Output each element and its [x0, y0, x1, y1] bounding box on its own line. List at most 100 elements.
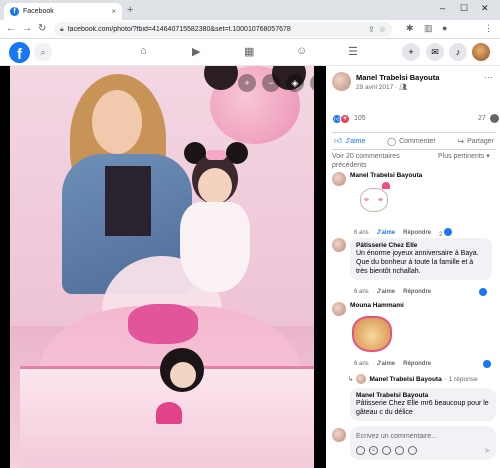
post-date[interactable]: 29 avril 2017 · 👥︎: [356, 83, 407, 91]
commenter-avatar[interactable]: [332, 302, 346, 316]
bell-icon[interactable]: ♪: [449, 43, 467, 61]
like-button[interactable]: 👍︎ J'aime: [334, 136, 365, 146]
omnibox[interactable]: 🔒︎ facebook.com/photo/?fbid=414640715582…: [54, 22, 392, 37]
author-avatar[interactable]: [332, 72, 351, 91]
comment-reply-link[interactable]: Répondre: [403, 361, 431, 367]
woman-face: [92, 90, 142, 154]
forward-icon[interactable]: →: [22, 23, 32, 34]
gif-icon[interactable]: [395, 446, 404, 455]
comment-input-box[interactable]: ☺ ➤: [350, 426, 496, 460]
sticker-icon[interactable]: [408, 446, 417, 455]
comment-composer: ☺ ➤: [332, 426, 496, 462]
home-icon[interactable]: ⌂: [140, 45, 147, 57]
comment-item: Pâtisserie Chez Elle Un énorme joyeux an…: [332, 238, 496, 298]
comment-reply-link[interactable]: Répondre: [403, 289, 431, 295]
sidebar-icon[interactable]: ▥: [424, 23, 433, 34]
extensions-icon[interactable]: ✱: [406, 23, 414, 34]
love-reaction-icon: ♥: [340, 114, 350, 124]
comment-count[interactable]: 27: [478, 115, 486, 122]
reaction-summary[interactable]: 👍︎ ♥ 105 27: [332, 114, 499, 126]
post-details-panel: Manel Trabelsi Bayouta 29 avril 2017 · 👥…: [326, 66, 500, 468]
share-button[interactable]: ↪ Partager: [457, 137, 494, 146]
marketplace-icon[interactable]: ▦: [244, 45, 254, 58]
tab-close-icon[interactable]: ×: [111, 7, 116, 16]
zoom-out-icon[interactable]: −: [262, 74, 280, 92]
address-bar-row: ← → ↻ 🔒︎ facebook.com/photo/?fbid=414640…: [0, 20, 500, 39]
comment-sort-dropdown[interactable]: Plus pertinents ▾: [438, 152, 496, 161]
groups-icon[interactable]: ☺: [296, 45, 307, 57]
commenter-name[interactable]: Manel Trabelsi Bayouta: [356, 392, 490, 399]
comment-bubble: Manel Trabelsi Bayouta Pâtisserie Chez E…: [350, 388, 496, 421]
child-in-minnie-ears: [180, 142, 250, 294]
avatar-sticker-icon[interactable]: [356, 446, 365, 455]
view-previous-comments-link[interactable]: Voir 20 commentaires précédents: [332, 152, 430, 170]
tab-title: Facebook: [23, 8, 54, 15]
comment-reply-link[interactable]: Répondre: [403, 230, 431, 236]
send-icon[interactable]: ➤: [484, 446, 491, 455]
commenter-avatar-spacer: [332, 388, 346, 402]
share-page-icon[interactable]: ⇪: [368, 25, 375, 34]
commenter-name[interactable]: Mouna Hammami: [350, 302, 404, 309]
emoji-sticker[interactable]: [352, 316, 392, 352]
menu-icon[interactable]: ☰: [348, 45, 358, 58]
facebook-logo[interactable]: f: [9, 42, 30, 63]
reaction-count[interactable]: 105: [354, 115, 366, 122]
commenter-avatar[interactable]: [332, 238, 346, 252]
post-photo[interactable]: + − ◈ ⤢: [10, 66, 314, 468]
comment-age[interactable]: 6 ans: [354, 289, 369, 295]
minimize-button[interactable]: –: [440, 3, 445, 13]
back-icon[interactable]: ←: [6, 23, 16, 34]
fullscreen-icon[interactable]: ⤢: [310, 74, 314, 92]
close-window-button[interactable]: ✕: [481, 3, 489, 14]
reply-thread-link[interactable]: ↳ Manel Trabelsi Bayouta · 1 réponse: [348, 374, 478, 384]
comment-text: Pâtisserie Chez Elle mr6 beaucoup pour l…: [356, 400, 489, 416]
comment-icon: ◯: [387, 136, 397, 146]
plus-icon[interactable]: +: [402, 43, 420, 61]
cake-heart: [156, 402, 182, 424]
user-avatar[interactable]: [472, 43, 490, 61]
watch-icon[interactable]: ▶: [192, 45, 200, 58]
zoom-in-icon[interactable]: +: [238, 74, 256, 92]
comment-age[interactable]: 6 ans: [354, 230, 369, 236]
commenter-avatar[interactable]: [332, 172, 346, 186]
like-badge-icon[interactable]: [483, 360, 492, 368]
comment-like-link[interactable]: J'aime: [377, 230, 395, 236]
reply-arrow-icon: ↳: [348, 376, 354, 383]
comment-bubble: Pâtisserie Chez Elle Un énorme joyeux an…: [350, 238, 492, 280]
more-options-icon[interactable]: ···: [484, 72, 493, 82]
camera-icon[interactable]: [382, 446, 391, 455]
search-icon[interactable]: ⌕: [34, 43, 52, 61]
comment-controls: Voir 20 commentaires précédents Plus per…: [332, 152, 496, 172]
commenter-name[interactable]: Pâtisserie Chez Elle: [356, 242, 486, 249]
comment-like-link[interactable]: J'aime: [377, 289, 395, 295]
comment-meta: 6 ans J'aime Répondre: [354, 360, 492, 368]
comment-like-link[interactable]: J'aime: [377, 361, 395, 367]
browser-tab[interactable]: f Facebook ×: [4, 3, 122, 20]
commenter-name[interactable]: Manel Trabelsi Bayouta: [350, 172, 422, 179]
new-tab-button[interactable]: +: [127, 4, 133, 16]
audience-friends-icon: 👥︎: [399, 84, 408, 91]
comment-input[interactable]: [356, 430, 490, 442]
reload-icon[interactable]: ↻: [38, 23, 46, 34]
comment-count-icon: [490, 114, 499, 123]
comment-item: Manel Trabelsi Bayouta Pâtisserie Chez E…: [332, 388, 496, 424]
facebook-header: f ⌕ ⌂ ▶ ▦ ☺ ☰ + ✉ ♪: [0, 39, 500, 66]
cat-sticker[interactable]: [354, 182, 394, 214]
bookmark-star-icon[interactable]: ☆: [379, 25, 386, 34]
post-author[interactable]: Manel Trabelsi Bayouta: [356, 73, 439, 82]
lock-icon: 🔒︎: [60, 25, 64, 33]
like-badge-icon[interactable]: [479, 288, 488, 296]
messenger-icon[interactable]: ✉: [426, 43, 444, 61]
emoji-icon[interactable]: ☺: [369, 446, 378, 455]
browser-menu-icon[interactable]: ⋮: [484, 23, 493, 34]
comment-meta: 6 ans J'aime Répondre 2: [354, 228, 453, 238]
comment-age[interactable]: 6 ans: [354, 361, 369, 367]
tag-icon[interactable]: ◈: [286, 74, 304, 92]
comment-item: Mouna Hammami 6 ans J'aime Répondre: [332, 302, 496, 372]
composer-avatar: [332, 428, 346, 442]
maximize-button[interactable]: ☐: [460, 3, 468, 14]
profile-icon[interactable]: ●: [442, 23, 447, 33]
comment-reaction-badge[interactable]: 2: [439, 228, 453, 238]
comment-button[interactable]: ◯ Commenter: [387, 137, 436, 146]
url-text[interactable]: facebook.com/photo/?fbid=414640715582380…: [68, 26, 364, 33]
